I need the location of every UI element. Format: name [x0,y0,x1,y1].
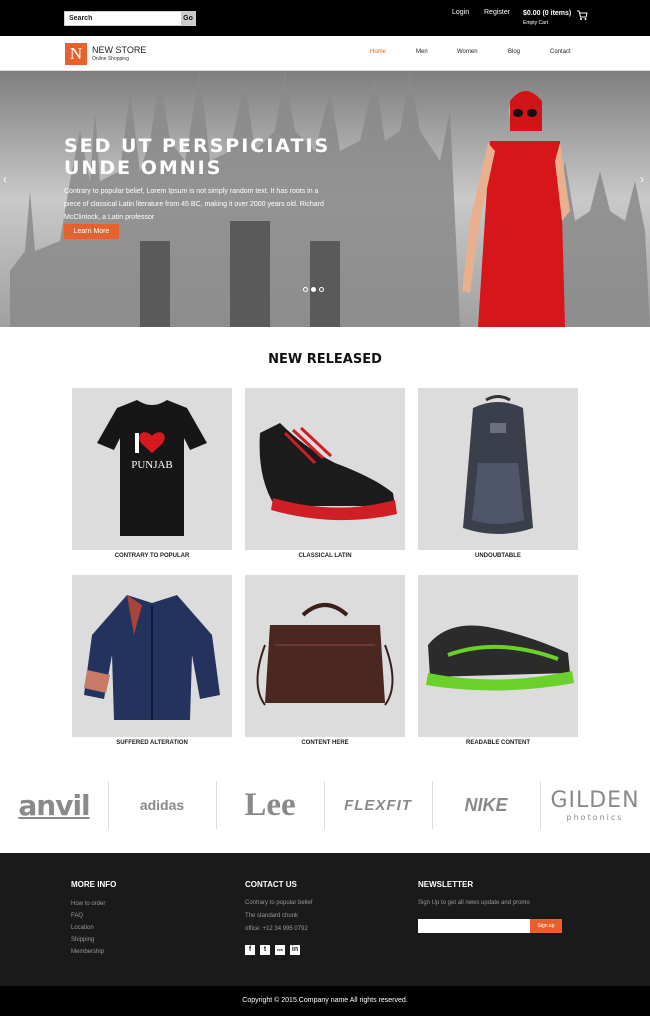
product-name[interactable]: CLASSICAL LATIN [245,553,405,559]
footer-heading-contact: CONTACT US [245,880,297,889]
product-card-tshirt[interactable]: PUNJAB [72,388,232,550]
twitter-icon[interactable]: t [260,945,270,955]
search-input[interactable] [67,12,183,25]
contact-line: The standard chunk [245,913,299,919]
footer-heading-more-info: MORE INFO [71,880,117,889]
product-card-shoe[interactable] [245,388,405,550]
product-name[interactable]: CONTENT HERE [245,740,405,746]
hero-title: SED UT PERSPICIATIS UNDE OMNIS [64,135,331,179]
nav-blog[interactable]: Blog [508,49,520,55]
footer-link[interactable]: Shipping [71,937,94,943]
brand-nike[interactable]: NIKE [432,775,540,835]
green-sneaker-image [426,625,574,691]
search-go-button[interactable]: Go [181,12,195,25]
hero-slider: SED UT PERSPICIATIS UNDE OMNIS Contrary … [0,71,650,327]
brand-strip: anvil adidas Lee FLEXFIT NIKE GILDEN pho… [0,775,650,835]
hero-text: Contrary to popular belief, Lorem Ipsum … [64,188,324,221]
footer-link[interactable]: FAQ [71,913,83,919]
site-footer: MORE INFO How to order FAQ Location Ship… [0,853,650,986]
contact-line: Contrary to popular belief [245,900,313,906]
product-card-bag[interactable] [245,575,405,737]
product-card-jacket[interactable] [72,575,232,737]
footer-link[interactable]: Location [71,925,94,931]
cart-status: Empty Cart [523,20,549,26]
jacket-image [84,595,220,720]
footer-heading-newsletter: NEWSLETTER [418,880,474,889]
product-card-sneaker[interactable] [418,575,578,737]
section-title: NEW RELEASED [268,352,382,367]
register-link[interactable]: Register [484,9,510,16]
tshirt-image: PUNJAB [97,400,207,536]
footer-link[interactable]: How to order [71,901,105,907]
newsletter-email-input[interactable] [418,919,530,933]
search-box: Go [64,11,196,26]
slider-dot[interactable] [303,287,308,292]
leather-bag-image [256,603,394,706]
site-header: N NEW STORE Online Shopping Home Men Wom… [0,36,650,71]
prev-slide-arrow-icon[interactable]: ‹ [3,172,7,186]
product-name[interactable]: SUFFERED ALTERATION [72,740,232,746]
copyright-bar: Copyright © 2015.Company name All rights… [0,986,650,1016]
nav-men[interactable]: Men [416,49,428,55]
logo-icon[interactable]: N [65,43,87,65]
brand-anvil[interactable]: anvil [0,775,108,835]
brand-adidas[interactable]: adidas [108,775,216,835]
facebook-icon[interactable]: f [245,945,255,955]
slider-dot[interactable] [319,287,324,292]
cart-icon[interactable] [576,9,588,21]
learn-more-button[interactable]: Learn More [64,224,119,239]
product-name[interactable]: CONTRARY TO POPULAR [72,553,232,559]
newsletter-signup-button[interactable]: Sign up [530,919,562,933]
login-link[interactable]: Login [452,9,469,16]
sneaker-image [259,423,397,521]
product-name[interactable]: READABLE CONTENT [418,740,578,746]
nav-home[interactable]: Home [370,49,386,55]
contact-phone: office: +12 34 995 0792 [245,926,308,932]
brand-gilden[interactable]: GILDEN photonics [540,775,650,835]
next-slide-arrow-icon[interactable]: › [640,172,644,186]
cart-total[interactable]: $0.00 (0 items) [523,10,571,17]
logo-subtitle: Online Shopping [92,56,129,62]
copyright-text: Copyright © 2015.Company name All rights… [242,997,408,1004]
rss-icon[interactable]: rss [275,945,285,955]
product-name[interactable]: UNDOUBTABLE [418,553,578,559]
newsletter-text: Sign Up to get all news update and promo [418,900,530,906]
footer-link[interactable]: Membership [71,949,104,955]
brand-flexfit[interactable]: FLEXFIT [324,775,432,835]
linkedin-icon[interactable]: in [290,945,300,955]
top-bar: Go Login Register $0.00 (0 items) Empty … [0,0,650,36]
nav-contact[interactable]: Contact [550,49,571,55]
brand-lee[interactable]: Lee [216,775,324,835]
product-card-backpack[interactable] [418,388,578,550]
slider-dot-active[interactable] [311,287,316,292]
tshirt-print-text: PUNJAB [131,459,173,471]
logo-title[interactable]: NEW STORE [92,45,146,55]
backpack-image [463,395,533,534]
nav-women[interactable]: Women [457,49,478,55]
